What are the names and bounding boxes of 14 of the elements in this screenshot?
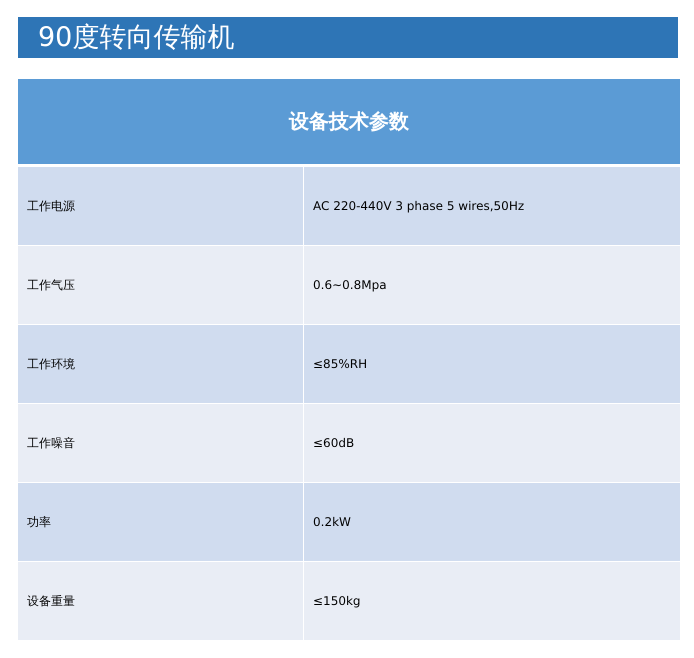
table-cell-text: ≤150kg — [312, 593, 362, 610]
table-cell: 工作电源 — [18, 167, 304, 245]
table-cell: 工作噪音 — [18, 404, 304, 482]
table-cell-text: AC 220-440V 3 phase 5 wires,50Hz — [312, 198, 526, 215]
table-cell: 功率 — [18, 483, 304, 561]
table-cell-text: ≤60dB — [312, 435, 356, 452]
table-cell-text: 0.6~0.8Mpa — [312, 277, 388, 294]
table-cell: 设备重量 — [18, 562, 304, 640]
table-cell: 工作环境 — [18, 325, 304, 403]
table-header: 设备技术参数 — [18, 79, 680, 167]
table-cell: 工作气压 — [18, 246, 304, 324]
table-cell-text: 0.2kW — [312, 514, 352, 531]
table-cell-text: ≤85%RH — [312, 356, 368, 373]
page-title: 90度转向传输机 — [18, 17, 678, 58]
